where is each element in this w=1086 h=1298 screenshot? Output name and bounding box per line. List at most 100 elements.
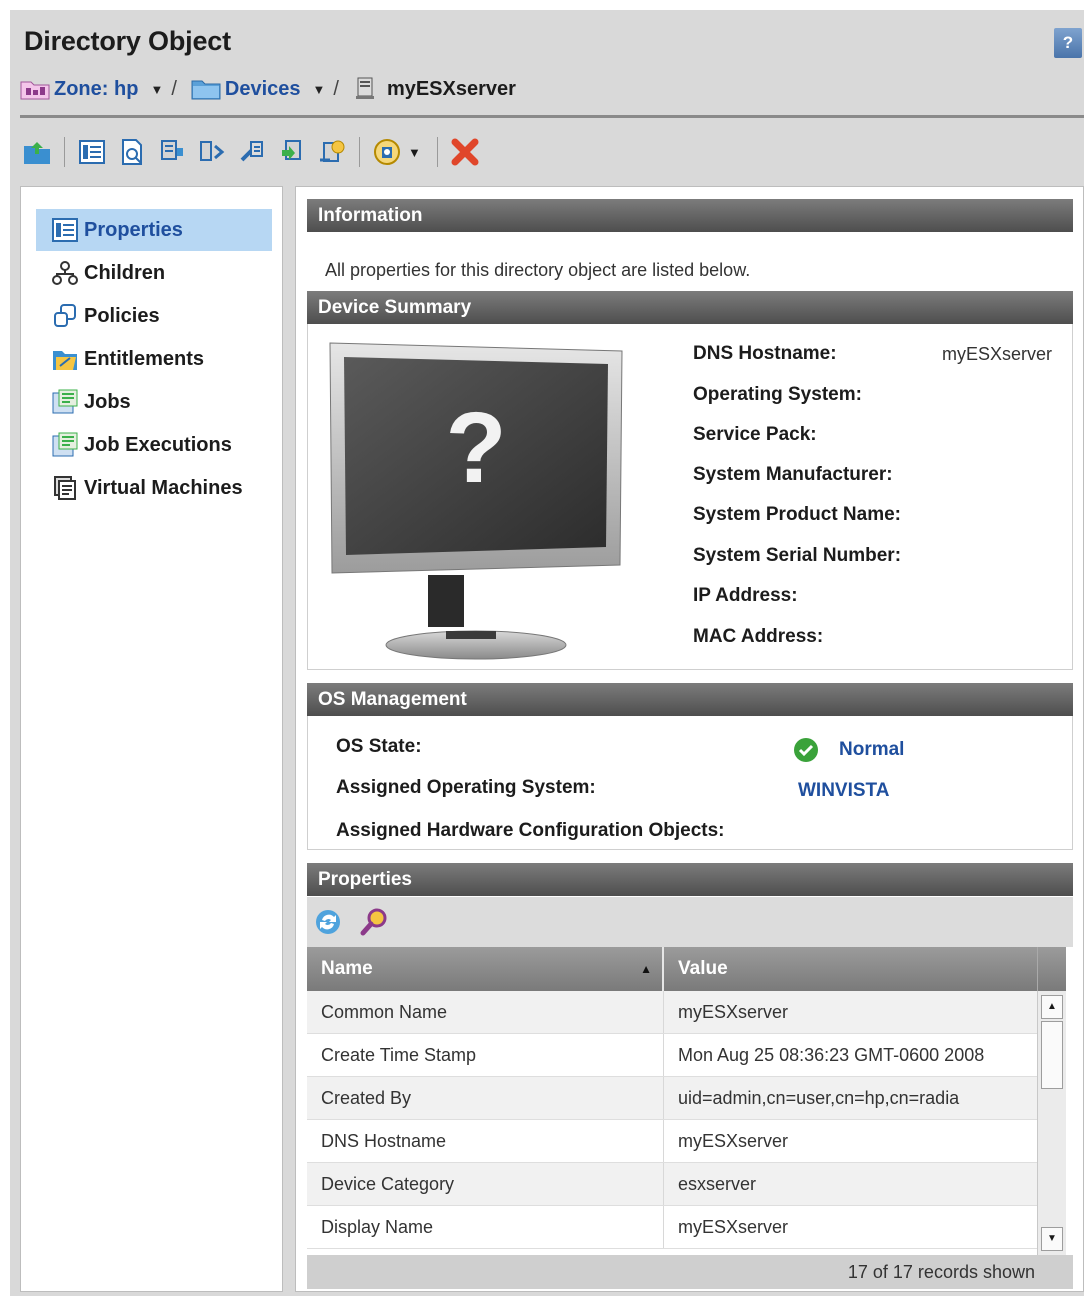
toolbar-separator: [436, 137, 438, 167]
property-value: Mon Aug 25 08:36:23 GMT-0600 2008: [678, 1045, 985, 1065]
status-ok-icon: [794, 738, 818, 762]
nav-item-entitlements[interactable]: Entitlements: [36, 338, 272, 380]
scroll-up-icon[interactable]: ▲: [1041, 995, 1063, 1019]
breadcrumb-current-label: myESXserver: [386, 77, 516, 100]
nav-item-children[interactable]: Children: [36, 252, 272, 294]
scroll-down-icon[interactable]: ▼: [1041, 1227, 1063, 1251]
page-title: Directory Object: [24, 26, 231, 56]
dns-hostname-label: DNS Hostname:: [693, 343, 837, 364]
breadcrumb: Zone: hp ▼ / Devices ▼ / myESXserver: [20, 74, 516, 104]
information-text: All properties for this directory object…: [325, 260, 751, 280]
nav-item-label: Properties: [84, 218, 183, 241]
breadcrumb-separator: /: [171, 77, 177, 100]
assigned-os-link[interactable]: WINVISTA: [798, 780, 889, 802]
sort-ascending-icon: ▲: [640, 962, 652, 976]
os-state-label: OS State:: [336, 736, 422, 757]
breadcrumb-separator: /: [333, 77, 339, 100]
properties-toolbar: [307, 897, 1073, 947]
information-header: Information: [307, 199, 1073, 232]
nav-item-virtual-machines[interactable]: Virtual Machines: [36, 467, 272, 509]
table-row[interactable]: DNS Hostname myESXserver: [307, 1120, 1037, 1163]
breadcrumb-zone-label[interactable]: Zone: hp: [54, 78, 138, 101]
search-icon[interactable]: [359, 907, 389, 937]
breadcrumb-current: myESXserver: [353, 76, 516, 102]
table-row[interactable]: Created By uid=admin,cn=user,cn=hp,cn=ra…: [307, 1077, 1037, 1120]
deploy-icon[interactable]: [277, 137, 307, 167]
compare-icon[interactable]: [197, 137, 227, 167]
nav-item-properties[interactable]: Properties: [36, 209, 272, 251]
device-icon[interactable]: [157, 137, 187, 167]
property-value: myESXserver: [678, 1002, 789, 1022]
property-value: esxserver: [678, 1174, 757, 1194]
nav-item-label: Virtual Machines: [84, 476, 243, 499]
refresh-icon[interactable]: [313, 907, 343, 937]
dns-hostname-value: myESXserver: [942, 344, 1053, 364]
table-header-corner: [1037, 947, 1066, 991]
zone-dropdown-icon[interactable]: ▼: [150, 82, 163, 97]
system-product-name-label: System Product Name:: [693, 504, 902, 525]
toolbar-separator: [359, 137, 360, 167]
directory-object-panel: Directory Object ? Zone: hp ▼ / Devices …: [10, 10, 1084, 1296]
policy-icon[interactable]: [317, 137, 347, 167]
breadcrumb-devices[interactable]: Devices ▼ /: [191, 78, 353, 101]
property-value: myESXserver: [678, 1217, 789, 1237]
properties-view-icon[interactable]: [77, 137, 107, 167]
table-row[interactable]: Common Name myESXserver: [307, 991, 1037, 1034]
table-scrollbar[interactable]: ▲ ▼: [1037, 991, 1066, 1255]
os-management-header: OS Management: [307, 683, 1073, 716]
zone-icon: [20, 81, 50, 100]
breadcrumb-devices-label[interactable]: Devices: [225, 78, 301, 101]
properties-header: Properties: [307, 863, 1073, 896]
properties-table-header: Name ▲ Value: [307, 947, 1037, 991]
properties-icon: [52, 218, 78, 242]
assigned-os-label: Assigned Operating System:: [336, 777, 596, 798]
nav-item-policies[interactable]: Policies: [36, 295, 272, 337]
breadcrumb-zone[interactable]: Zone: hp ▼ /: [20, 78, 191, 101]
jobs-icon: [52, 389, 78, 414]
system-serial-number-label: System Serial Number:: [693, 545, 902, 566]
settings-icon[interactable]: [372, 137, 402, 167]
policies-icon: [54, 304, 76, 327]
mac-address-label: MAC Address:: [693, 626, 824, 647]
property-name: DNS Hostname: [307, 1120, 664, 1162]
server-icon: [355, 77, 374, 99]
os-state-value: Normal: [839, 739, 905, 760]
ip-address-label: IP Address:: [693, 585, 798, 606]
toolbar-separator: [64, 137, 65, 167]
name-column-label: Name: [321, 958, 373, 979]
job-executions-icon: [52, 432, 78, 457]
nav-item-label: Jobs: [84, 390, 131, 413]
value-column-header[interactable]: Value: [666, 947, 1037, 991]
delete-icon[interactable]: [450, 137, 480, 167]
link-icon[interactable]: [237, 137, 267, 167]
folder-icon: [191, 80, 221, 100]
help-icon[interactable]: ?: [1054, 28, 1082, 58]
entitlements-icon: [53, 351, 77, 370]
virtual-machines-icon: [54, 476, 76, 500]
table-row[interactable]: Create Time Stamp Mon Aug 25 08:36:23 GM…: [307, 1034, 1037, 1077]
nav-item-job-executions[interactable]: Job Executions: [36, 424, 272, 466]
system-manufacturer-label: System Manufacturer:: [693, 464, 893, 485]
scroll-thumb[interactable]: [1041, 1021, 1063, 1089]
property-value: myESXserver: [678, 1131, 789, 1151]
devices-dropdown-icon[interactable]: ▼: [313, 82, 326, 97]
property-name: Display Name: [307, 1206, 664, 1248]
unknown-device-glyph: ?: [445, 392, 506, 504]
header-divider: [20, 115, 1084, 118]
upload-icon[interactable]: [22, 137, 52, 167]
table-row[interactable]: Device Category esxserver: [307, 1163, 1037, 1206]
nav-item-label: Children: [84, 261, 166, 284]
nav-item-jobs[interactable]: Jobs: [36, 381, 272, 423]
records-count: 17 of 17 records shown: [307, 1255, 1073, 1289]
property-name: Common Name: [307, 991, 664, 1033]
monitor-image: ?: [329, 342, 623, 660]
name-column-header[interactable]: Name ▲: [307, 947, 664, 991]
settings-dropdown-icon[interactable]: ▼: [408, 145, 421, 160]
assigned-hw-config-label: Assigned Hardware Configuration Objects:: [336, 820, 725, 841]
property-name: Created By: [307, 1077, 664, 1119]
children-icon: [52, 261, 78, 285]
nav-item-label: Policies: [84, 304, 160, 327]
preview-icon[interactable]: [117, 137, 147, 167]
service-pack-label: Service Pack:: [693, 424, 817, 445]
table-row[interactable]: Display Name myESXserver: [307, 1206, 1037, 1249]
